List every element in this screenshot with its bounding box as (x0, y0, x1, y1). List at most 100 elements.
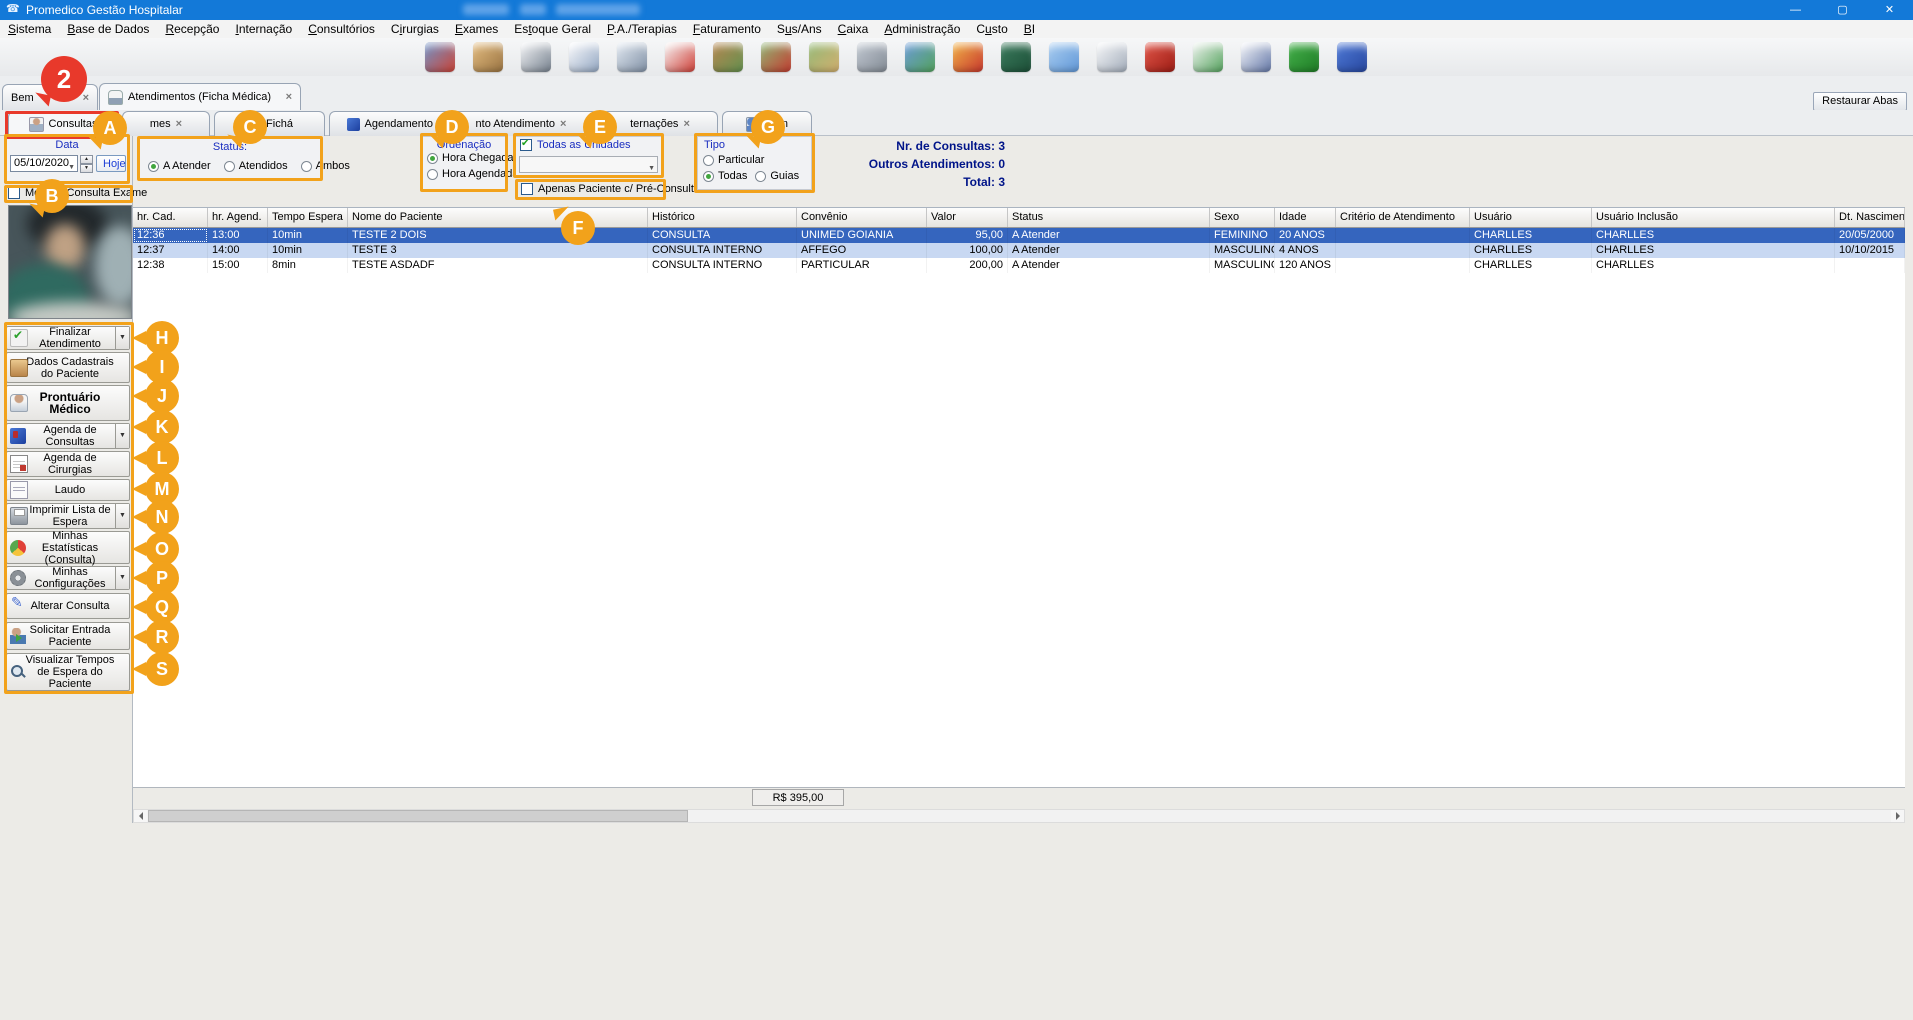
menu-item-cirurgias[interactable]: Cirurgias (383, 21, 447, 37)
sidebar-button-finalizar-atendimento[interactable]: Finalizar Atendimento▼ (6, 326, 130, 350)
tab-close-icon[interactable]: × (83, 92, 89, 104)
order-option-hora-agendada[interactable]: Hora Agendada (427, 168, 518, 180)
menu-item-administracao[interactable]: Administração (876, 21, 968, 37)
billing-chart-icon[interactable] (905, 42, 935, 72)
date-input[interactable]: 05/10/2020 ▼ (10, 155, 78, 172)
menu-item-exames[interactable]: Exames (447, 21, 506, 37)
power-off-icon[interactable] (1145, 42, 1175, 72)
tab-close-icon[interactable]: × (560, 118, 566, 130)
column-header-historico[interactable]: Histórico (648, 208, 797, 227)
table-row[interactable]: 12:3815:008minTESTE ASDADFCONSULTA INTER… (133, 258, 1905, 273)
date-spinner-up[interactable]: ▲ (80, 155, 93, 164)
scroll-right-button[interactable] (1891, 810, 1904, 822)
sidebar-button-minhas-estatisticas-consulta[interactable]: Minhas Estatísticas (Consulta) (6, 531, 130, 564)
dropdown-arrow-icon[interactable]: ▼ (115, 327, 129, 349)
patient-schedule-book-icon[interactable] (1337, 42, 1367, 72)
menu-item-recepcao[interactable]: Recepção (157, 21, 227, 37)
column-header-hr-agend[interactable]: hr. Agend. (208, 208, 268, 227)
report-list-icon[interactable] (1097, 42, 1127, 72)
sub-tab-ternacoes[interactable]: ternações× (602, 111, 718, 136)
status-option-ambos[interactable]: Ambos (301, 160, 350, 172)
tab-atendimentos-ficha-medica[interactable]: Atendimentos (Ficha Médica)× (99, 83, 301, 110)
sidebar-button-laudo[interactable]: Laudo (6, 479, 130, 501)
units-combo[interactable]: ▼ (519, 156, 658, 173)
sidebar-button-visualizar-tempos-de-espera-do-paciente[interactable]: Visualizar Tempos de Espera do Paciente (6, 653, 130, 691)
type-option-guias[interactable]: Guias (755, 170, 799, 182)
menu-item-caixa[interactable]: Caixa (830, 21, 877, 37)
table-row[interactable]: 12:3714:0010minTESTE 3CONSULTA INTERNOAF… (133, 243, 1905, 258)
maximize-button[interactable]: ▢ (1819, 0, 1866, 20)
column-header-convenio[interactable]: Convênio (797, 208, 927, 227)
column-header-dt-nascimento[interactable]: Dt. Nascimento (1835, 208, 1905, 227)
sub-tab-mes[interactable]: mes× (122, 111, 210, 136)
document-sign-icon[interactable] (1241, 42, 1271, 72)
sidebar-button-agenda-de-consultas[interactable]: Agenda de Consultas▼ (6, 423, 130, 449)
sidebar-button-prontuario-medico[interactable]: Prontuário Médico (6, 385, 130, 421)
pre-consulta-checkbox[interactable]: Apenas Paciente c/ Pré-Consulta (521, 183, 700, 195)
finance-stacks-icon[interactable] (809, 42, 839, 72)
minimize-button[interactable]: — (1772, 0, 1819, 20)
dropdown-arrow-icon[interactable]: ▼ (115, 424, 129, 448)
hospital-bed-icon[interactable] (617, 42, 647, 72)
tab-close-icon[interactable]: × (176, 118, 182, 130)
doctor-icon[interactable] (521, 42, 551, 72)
menu-item-faturamento[interactable]: Faturamento (685, 21, 769, 37)
date-dropdown-arrow[interactable]: ▼ (68, 160, 75, 175)
column-header-usuario[interactable]: Usuário (1470, 208, 1592, 227)
safe-icon[interactable] (857, 42, 887, 72)
column-header-idade[interactable]: Idade (1275, 208, 1336, 227)
column-header-status[interactable]: Status (1008, 208, 1210, 227)
menu-item-custo[interactable]: Custo (968, 21, 1015, 37)
dropdown-arrow-icon[interactable]: ▼ (115, 504, 129, 528)
combo-dropdown-arrow[interactable]: ▼ (648, 161, 655, 176)
column-header-tempo-espera[interactable]: Tempo Espera (268, 208, 348, 227)
patient-admission-icon[interactable] (425, 42, 455, 72)
column-header-hr-cad[interactable]: hr. Cad. (133, 208, 208, 227)
column-header-sexo[interactable]: Sexo (1210, 208, 1275, 227)
column-header-usuario-inclusao[interactable]: Usuário Inclusão (1592, 208, 1835, 227)
chat-bubble-icon[interactable] (1049, 42, 1079, 72)
sidebar-button-minhas-configuracoes[interactable]: Minhas Configurações▼ (6, 566, 130, 590)
menu-item-sistema[interactable]: Sistema (0, 21, 59, 37)
type-option-particular[interactable]: Particular (703, 154, 764, 166)
menu-item-p-a-terapias[interactable]: P.A./Terapias (599, 21, 685, 37)
sidebar-button-alterar-consulta[interactable]: Alterar Consulta (6, 593, 130, 619)
table-row[interactable]: 12:3613:0010minTESTE 2 DOISCONSULTAUNIME… (133, 228, 1905, 243)
health-stats-book-icon[interactable] (1289, 42, 1319, 72)
status-option-a-atender[interactable]: A Atender (148, 160, 211, 172)
horizontal-scrollbar[interactable] (133, 809, 1905, 823)
sidebar-button-imprimir-lista-de-espera[interactable]: Imprimir Lista de Espera▼ (6, 503, 130, 529)
sidebar-button-agenda-de-cirurgias[interactable]: Agenda de Cirurgias (6, 451, 130, 477)
column-header-criterio-de-atendimento[interactable]: Critério de Atendimento (1336, 208, 1470, 227)
sidebar-button-solicitar-entrada-paciente[interactable]: Solicitar Entrada Paciente (6, 622, 130, 650)
patients-folder-icon[interactable] (473, 42, 503, 72)
column-header-valor[interactable]: Valor (927, 208, 1008, 227)
ambulance-icon[interactable] (665, 42, 695, 72)
menu-item-bi[interactable]: BI (1016, 21, 1043, 37)
tab-close-icon[interactable]: × (286, 91, 292, 103)
dropdown-arrow-icon[interactable]: ▼ (115, 567, 129, 589)
menu-item-sus-ans[interactable]: Sus/Ans (769, 21, 830, 37)
phone-directory-icon[interactable] (953, 42, 983, 72)
status-option-atendidos[interactable]: Atendidos (224, 160, 288, 172)
electronic-invoice-icon[interactable] (1193, 42, 1223, 72)
cash-flow-icon[interactable] (761, 42, 791, 72)
sidebar-button-dados-cadastrais-do-paciente[interactable]: Dados Cadastrais do Paciente (6, 352, 130, 383)
medical-record-icon[interactable] (569, 42, 599, 72)
menu-item-consultorios[interactable]: Consultórios (300, 21, 383, 37)
sub-tab-ficha[interactable]: Fichá (214, 111, 325, 136)
menu-item-base-de-dados[interactable]: Base de Dados (59, 21, 157, 37)
supplies-bag-icon[interactable] (713, 42, 743, 72)
restore-tabs-button[interactable]: Restaurar Abas (1813, 92, 1907, 111)
date-spinner-down[interactable]: ▼ (80, 164, 93, 173)
column-header-nome-do-paciente[interactable]: Nome do Paciente (348, 208, 648, 227)
tab-close-icon[interactable]: × (683, 118, 689, 130)
menu-item-estoque-geral[interactable]: Estoque Geral (506, 21, 599, 37)
menu-item-internacao[interactable]: Internação (227, 21, 300, 37)
merge-consulta-exame-checkbox[interactable]: Mesclar Consulta Exame (8, 187, 147, 199)
scroll-left-button[interactable] (134, 810, 147, 822)
scrollbar-thumb[interactable] (148, 810, 688, 822)
close-button[interactable]: ✕ (1866, 0, 1913, 20)
type-option-todas[interactable]: Todas (703, 170, 747, 182)
today-button[interactable]: Hoje (96, 155, 126, 172)
